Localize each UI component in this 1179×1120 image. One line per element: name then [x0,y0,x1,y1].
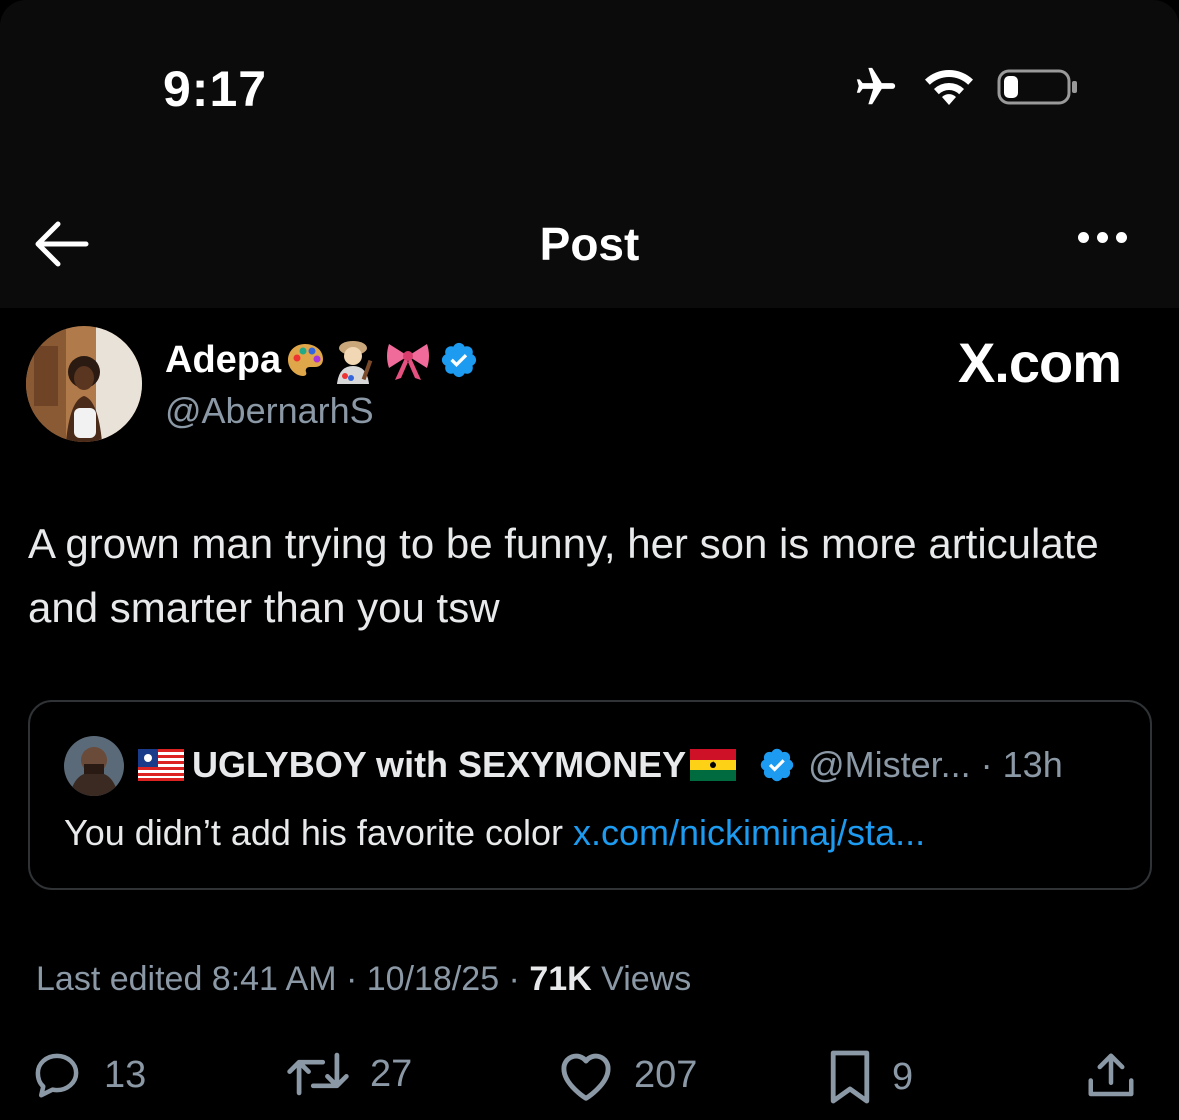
bookmark-count: 9 [892,1055,914,1098]
avatar[interactable] [26,326,142,442]
post-text: A grown man trying to be funny, her son … [28,520,1099,631]
reply-count: 13 [104,1053,147,1096]
page-title: Post [539,218,640,270]
like-icon [561,1053,611,1101]
share-icon [1088,1053,1134,1097]
reply-button[interactable]: 13 [28,1048,146,1102]
battery-icon [997,69,1077,105]
repost-count: 27 [370,1052,413,1095]
edited-timestamp: Last edited 8:41 AM · 10/18/25 · [36,960,530,998]
airplane-icon [856,67,896,105]
top-bar: 9:17 Post [0,0,1179,308]
quote-text: You didn’t add his favorite color x.com/… [64,812,925,854]
share-button[interactable] [1084,1048,1138,1104]
like-button[interactable]: 207 [556,1048,697,1102]
ribbon-emoji [387,344,430,380]
bookmark-icon [830,1050,870,1104]
ghana-flag-icon [690,749,737,781]
liberia-flag-icon [138,749,184,781]
palette-emoji [288,344,324,376]
repost-button[interactable]: 27 [284,1048,412,1100]
x-watermark: X.com [957,331,1122,394]
artist-emoji [337,341,373,384]
verified-icon [442,342,477,378]
quote-avatar[interactable] [64,736,124,796]
quote-body: You didn’t add his favorite color [64,812,573,853]
wifi-icon [925,70,973,105]
quote-handle-time: @Mister... · 13h [808,744,1063,785]
post-meta: Last edited 8:41 AM · 10/18/25 · 71K Vie… [36,960,691,999]
reply-icon [35,1053,79,1098]
repost-icon [287,1052,349,1096]
more-icon[interactable] [1078,232,1127,243]
action-bar: 13 27 207 9 [0,1048,1179,1108]
views-label: Views [591,960,692,998]
author-row[interactable]: Adepa [165,336,479,384]
status-time: 9:17 [163,61,268,117]
author-name[interactable]: Adepa [165,339,281,382]
author-handle[interactable]: @AbernarhS [165,390,374,432]
verified-icon [760,748,794,782]
quote-author-name[interactable]: UGLYBOY with SEXYMONEY [192,744,686,786]
status-icons [851,64,1079,110]
quote-link[interactable]: x.com/nickiminaj/sta... [573,812,925,853]
quoted-post[interactable]: UGLYBOY with SEXYMONEY @Mister... · 13h … [28,700,1152,890]
bookmark-button[interactable]: 9 [826,1048,913,1106]
post-screen: 9:17 Post Adepa @AbernarhS X.com A grown… [0,0,1179,1120]
views-count[interactable]: 71K [529,960,591,998]
quote-header: UGLYBOY with SEXYMONEY @Mister... · 13h [138,744,1063,786]
like-count: 207 [634,1053,698,1096]
